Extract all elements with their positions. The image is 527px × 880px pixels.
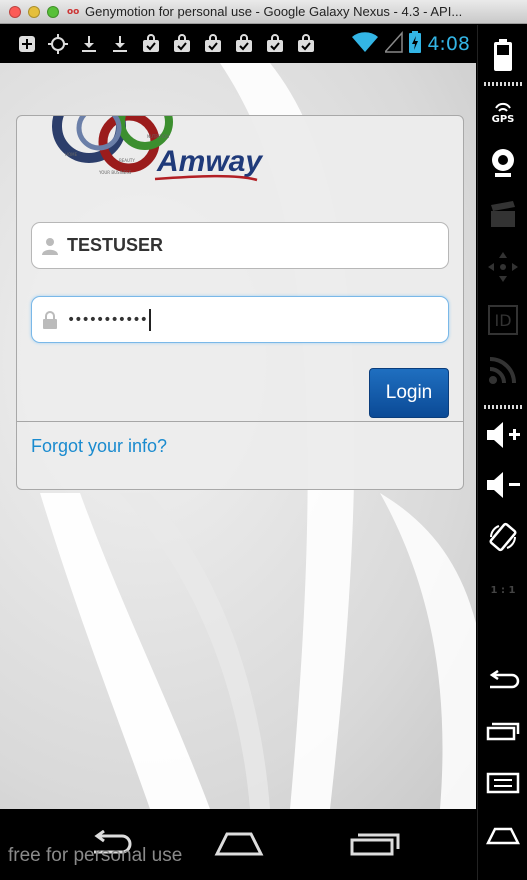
login-button[interactable]: Login: [369, 368, 449, 418]
battery-charging-icon: [409, 31, 422, 57]
logo-word-home: HOME: [65, 152, 78, 157]
pixel-perfect-button[interactable]: 1 : 1: [478, 570, 527, 610]
logo-word-nutrition: NUTRITION: [147, 134, 169, 139]
bag-check-icon: [295, 33, 317, 55]
id-icon: ID: [488, 305, 518, 335]
close-window-button[interactable]: [9, 5, 21, 18]
home-button[interactable]: [211, 827, 267, 861]
rss-icon: [489, 357, 516, 384]
forgot-info-link[interactable]: Forgot your info?: [31, 436, 167, 457]
genymotion-window: oo Genymotion for personal use - Google …: [0, 0, 527, 880]
bag-check-icon: [140, 33, 162, 55]
cast-widget-button[interactable]: [478, 350, 527, 390]
username-value: TESTUSER: [67, 235, 164, 255]
webcam-widget-button[interactable]: [478, 143, 527, 183]
gps-widget-button[interactable]: GPS: [478, 93, 527, 133]
logo-word-beauty: BEAUTY: [119, 158, 135, 163]
text-cursor: [148, 308, 151, 331]
volume-up-button[interactable]: [478, 415, 527, 455]
panel-recent-apps-button[interactable]: [478, 715, 527, 747]
panel-home-button[interactable]: [478, 820, 527, 852]
panel-separator: [484, 82, 522, 86]
menu-icon: [486, 772, 520, 794]
back-icon: [489, 670, 520, 689]
recent-apps-button[interactable]: [346, 827, 402, 861]
window-controls: [9, 5, 59, 18]
bag-check-icon: [233, 33, 255, 55]
user-icon: [40, 236, 60, 256]
panel-separator: [484, 405, 522, 409]
wifi-icon: [351, 31, 379, 57]
password-value: •••••••••••: [67, 311, 148, 328]
gps-icon: [495, 102, 511, 112]
logo-word-your-business: YOUR BUSINESS: [98, 170, 132, 175]
battery-icon: [494, 39, 512, 71]
personal-use-watermark: free for personal use: [8, 845, 183, 866]
download-icon: [78, 33, 100, 55]
volume-down-icon: [487, 472, 520, 498]
amway-logo: Amway HOME BEAUTY NUTRITION YOUR BUSINES…: [17, 116, 463, 216]
bag-check-icon: [264, 33, 286, 55]
remote-control-widget-button[interactable]: [478, 247, 527, 287]
device-id-widget-button[interactable]: ID: [478, 300, 527, 340]
battery-widget-button[interactable]: [478, 35, 527, 75]
android-status-bar: 4:08: [0, 25, 476, 63]
bag-check-icon: [171, 33, 193, 55]
genymotion-app-icon: oo: [67, 6, 80, 17]
window-title: Genymotion for personal use - Google Gal…: [85, 4, 463, 19]
screencast-widget-button[interactable]: [478, 197, 527, 233]
scale-icon: 1 : 1: [490, 584, 516, 596]
card-divider: [17, 421, 463, 422]
download-icon: [109, 33, 131, 55]
recent-apps-icon: [350, 833, 400, 856]
login-card: Amway HOME BEAUTY NUTRITION YOUR BUSINES…: [16, 115, 464, 490]
android-nav-bar: free for personal use: [0, 809, 476, 880]
rotate-icon: [489, 522, 517, 552]
panel-menu-button[interactable]: [478, 767, 527, 799]
webcam-icon: [492, 149, 514, 177]
volume-up-icon: [487, 422, 520, 448]
maximize-window-button[interactable]: [47, 5, 59, 18]
username-field[interactable]: TESTUSER: [31, 222, 449, 269]
gps-label: GPS: [491, 113, 515, 125]
dpad-icon: [488, 252, 518, 282]
password-field[interactable]: •••••••••••: [31, 296, 449, 343]
status-bar-right: 4:08: [351, 25, 470, 63]
gps-target-icon: [47, 33, 69, 55]
clapperboard-icon: [491, 201, 515, 227]
home-icon: [486, 827, 520, 845]
notification-icons: [16, 33, 317, 55]
signal-icon: [383, 31, 404, 57]
volume-down-button[interactable]: [478, 465, 527, 505]
home-icon: [214, 832, 264, 856]
window-titlebar: oo Genymotion for personal use - Google …: [0, 0, 527, 24]
genymotion-side-panel: GPS ID 1 : 1: [477, 25, 527, 880]
rotate-button[interactable]: [478, 517, 527, 557]
add-icon: [16, 33, 38, 55]
app-screen: Amway HOME BEAUTY NUTRITION YOUR BUSINES…: [0, 63, 476, 809]
panel-back-button[interactable]: [478, 665, 527, 697]
status-clock: 4:08: [427, 33, 470, 55]
amway-logo-text: Amway: [156, 145, 263, 178]
recent-apps-icon: [486, 722, 520, 741]
minimize-window-button[interactable]: [28, 5, 40, 18]
bag-check-icon: [202, 33, 224, 55]
lock-icon: [40, 310, 60, 330]
